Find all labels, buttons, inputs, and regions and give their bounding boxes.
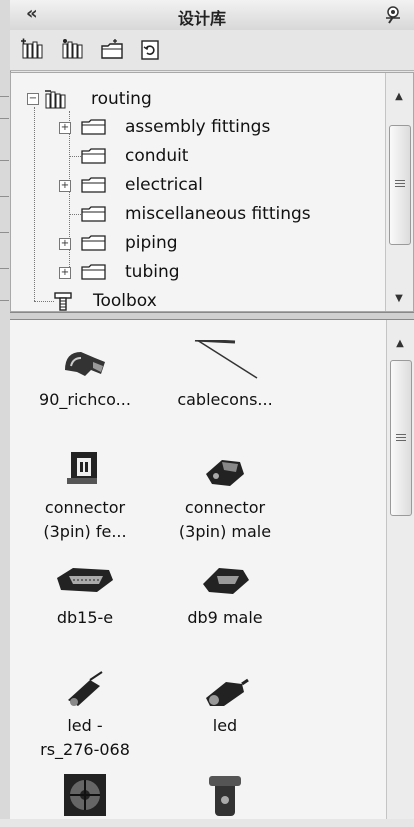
tree-item-piping[interactable]: + piping: [59, 230, 359, 256]
refresh-icon: [141, 40, 159, 60]
folder-icon: [81, 264, 106, 280]
gallery-item[interactable]: 90_richco...: [10, 340, 160, 412]
gallery-item[interactable]: led: [150, 666, 300, 738]
cable-line-icon: [150, 338, 300, 384]
gutter-mark: [0, 96, 9, 97]
gallery-item-label: rs_276-068: [40, 740, 130, 759]
expand-expander[interactable]: +: [59, 122, 71, 134]
tree-item-label: routing: [91, 89, 152, 109]
library-location-icon: [62, 39, 83, 59]
tree-item-label: assembly fittings: [125, 117, 271, 137]
gallery-item-label: connector: [184, 498, 266, 517]
gallery-scrollbar[interactable]: ▲: [386, 320, 414, 819]
grip-line: [396, 437, 406, 438]
pane-splitter[interactable]: [10, 312, 414, 320]
refresh-button[interactable]: [138, 38, 162, 62]
folder-icon: [81, 119, 106, 135]
connector-female-icon: [10, 448, 160, 492]
gutter-mark: [0, 232, 9, 233]
tree-item-electrical[interactable]: + electrical: [59, 172, 359, 198]
tree-connector: [34, 301, 54, 302]
expand-expander[interactable]: +: [59, 267, 71, 279]
connector-male-icon: [150, 448, 300, 492]
tree-item-tubing[interactable]: + tubing: [59, 259, 359, 285]
gallery-scrollbar-thumb[interactable]: [390, 360, 412, 516]
add-file-location-button[interactable]: [60, 38, 84, 62]
gallery-item[interactable]: [10, 770, 160, 818]
grip-line: [395, 180, 405, 181]
tree-item-label: piping: [125, 233, 178, 253]
tree-item-conduit[interactable]: conduit: [59, 143, 359, 169]
gallery-item-label: 90_richco...: [39, 390, 131, 409]
tree-item-assembly-fittings[interactable]: + assembly fittings: [59, 114, 359, 140]
gallery-item-label: db15-e: [56, 608, 114, 627]
tree-scrollbar[interactable]: ▲ ▼: [385, 73, 413, 311]
clamp-part-icon: [10, 340, 160, 384]
add-to-library-button[interactable]: [20, 38, 44, 62]
pushpin-icon[interactable]: [384, 5, 404, 29]
gallery-item[interactable]: led - rs_276-068: [10, 666, 160, 762]
gallery-item[interactable]: connector (3pin) fe...: [10, 448, 160, 544]
gallery-item-label: cablecons...: [177, 390, 273, 409]
scroll-up-icon[interactable]: ▲: [394, 338, 406, 349]
part-gallery: 90_richco... cablecons... connector (3pi…: [10, 320, 414, 819]
library-tree: − routing + assembly fittings conduit +: [10, 72, 414, 312]
tree-item-label: miscellaneous fittings: [125, 204, 311, 224]
gallery-item-label: led -: [67, 716, 103, 735]
db9-connector-icon: [150, 558, 300, 602]
library-folder-icon: [45, 89, 69, 117]
grip-line: [395, 186, 405, 187]
fan-icon: [10, 770, 160, 816]
tree-item-label: electrical: [125, 175, 203, 195]
gallery-item-label: (3pin) male: [178, 522, 272, 541]
collapse-panel-button[interactable]: «: [26, 3, 38, 24]
tree-scrollbar-thumb[interactable]: [389, 125, 411, 245]
db15-connector-icon: [10, 558, 160, 602]
folder-icon: [81, 235, 106, 251]
tree-item-label: conduit: [125, 146, 189, 166]
gutter-mark: [0, 196, 9, 197]
gallery-item[interactable]: db15-e: [10, 558, 160, 630]
folder-icon: [81, 206, 106, 222]
grip-line: [396, 440, 406, 441]
tree-item-label: Toolbox: [93, 291, 157, 311]
tree-item-toolbox[interactable]: Toolbox: [53, 288, 353, 314]
panel-header: « 设计库: [10, 0, 414, 31]
tree-item-label: tubing: [125, 262, 180, 282]
tree-item-routing[interactable]: − routing: [27, 86, 357, 112]
tree-connector: [34, 107, 35, 301]
gallery-item-label: connector: [44, 498, 126, 517]
create-new-folder-button[interactable]: [100, 38, 124, 62]
gutter-mark: [0, 160, 9, 161]
gutter-mark: [0, 268, 9, 269]
led-rs-icon: [10, 666, 160, 710]
new-folder-icon: [101, 39, 123, 59]
gutter-mark: [0, 118, 9, 119]
folder-icon: [81, 148, 106, 164]
grip-line: [395, 183, 405, 184]
tree-item-miscellaneous-fittings[interactable]: miscellaneous fittings: [59, 201, 379, 227]
panel-title: 设计库: [178, 9, 227, 28]
collapse-expander[interactable]: −: [27, 93, 39, 105]
gutter-mark: [0, 300, 9, 301]
expand-expander[interactable]: +: [59, 180, 71, 192]
gallery-item[interactable]: db9 male: [150, 558, 300, 630]
toolbar: [10, 30, 414, 71]
scroll-up-icon[interactable]: ▲: [393, 91, 405, 102]
bracket-part-icon: [150, 770, 300, 816]
led-icon: [150, 666, 300, 710]
scroll-down-icon[interactable]: ▼: [393, 293, 405, 304]
gallery-item-label: (3pin) fe...: [43, 522, 127, 541]
gallery-item[interactable]: cablecons...: [150, 338, 300, 412]
library-add-icon: [21, 38, 43, 59]
gallery-item[interactable]: [150, 770, 300, 818]
folder-icon: [81, 177, 106, 193]
gallery-item-label: db9 male: [187, 608, 263, 627]
grip-line: [396, 434, 406, 435]
gallery-item[interactable]: connector (3pin) male: [150, 448, 300, 544]
expand-expander[interactable]: +: [59, 238, 71, 250]
gallery-item-label: led: [212, 716, 238, 735]
